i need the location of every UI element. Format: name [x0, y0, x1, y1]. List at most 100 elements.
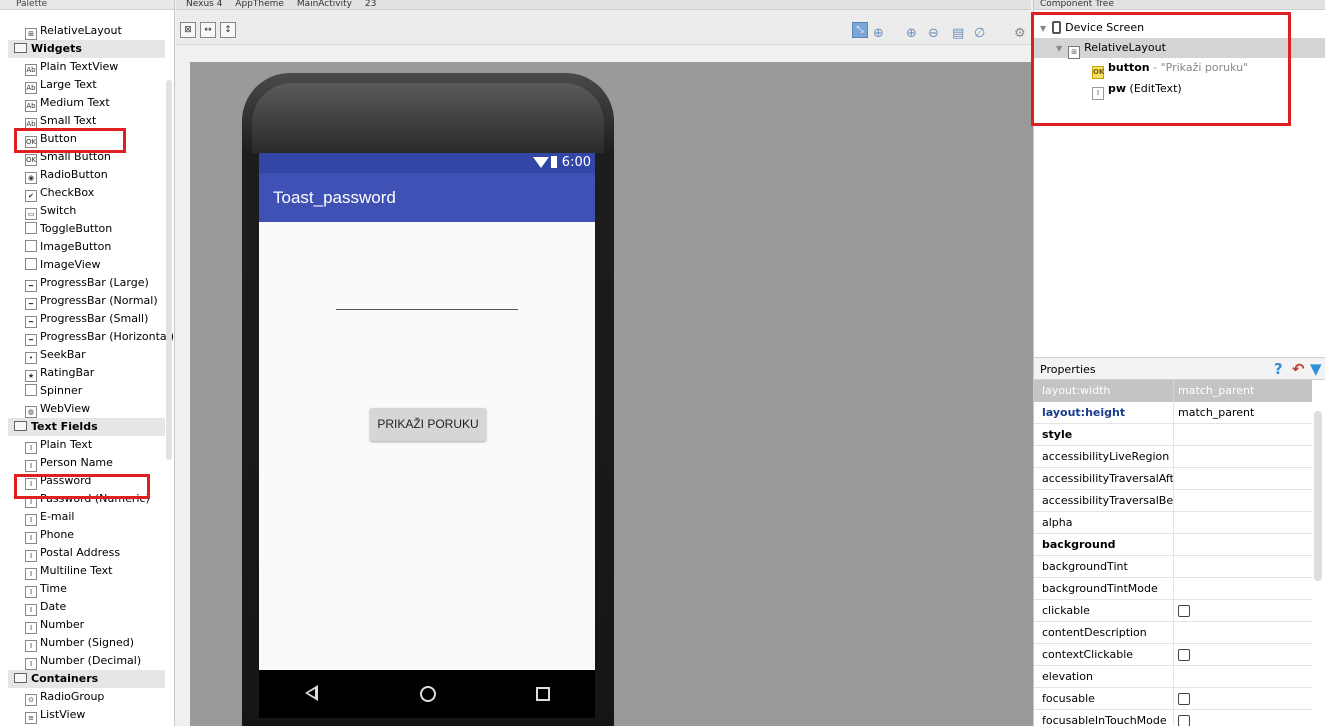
home-icon[interactable] [420, 686, 436, 702]
property-row[interactable]: elevation [1034, 666, 1312, 688]
palette-category[interactable]: Text Fields [8, 418, 165, 436]
palette-item[interactable]: ━ ProgressBar (Normal) [25, 292, 158, 310]
palette-item[interactable]: • SeekBar [25, 346, 86, 364]
zoom-out-icon[interactable]: ⊖ [928, 26, 939, 42]
palette-item[interactable]: I Number [25, 616, 84, 634]
property-value[interactable] [1173, 666, 1312, 688]
palette-category[interactable]: Containers [8, 670, 165, 688]
property-value[interactable] [1173, 600, 1312, 622]
property-value[interactable] [1173, 622, 1312, 644]
palette-item[interactable]: ⊞ RelativeLayout [25, 22, 122, 40]
property-row[interactable]: backgroundTint [1034, 556, 1312, 578]
property-checkbox[interactable] [1178, 715, 1190, 726]
palette-item[interactable]: ★ RatingBar [25, 364, 94, 382]
property-value[interactable] [1173, 556, 1312, 578]
theme-selector[interactable]: AppTheme [235, 0, 284, 9]
property-value[interactable] [1173, 688, 1312, 710]
palette-item-label: Spinner [40, 384, 83, 397]
property-row[interactable]: contentDescription [1034, 622, 1312, 644]
switch-icon: ▭ [25, 208, 37, 220]
property-checkbox[interactable] [1178, 649, 1190, 661]
property-checkbox[interactable] [1178, 605, 1190, 617]
property-row[interactable]: focusableInTouchMode [1034, 710, 1312, 726]
property-value[interactable] [1173, 710, 1312, 726]
palette-item[interactable]: ≡ ListView [25, 706, 85, 724]
property-row[interactable]: background [1034, 534, 1312, 556]
property-row[interactable]: accessibilityTraversalAfter [1034, 468, 1312, 490]
help-icon[interactable]: ? [1274, 360, 1283, 378]
property-value[interactable] [1173, 534, 1312, 556]
property-row[interactable]: focusable [1034, 688, 1312, 710]
android-studio-window: Palette ⊞ RelativeLayout Widgets Ab Plain Te… [0, 0, 1325, 726]
zoom-in-icon[interactable]: ⊕ [906, 26, 917, 42]
zoom-actual-icon[interactable]: ⊕ [873, 26, 884, 42]
palette-item[interactable]: I Number (Signed) [25, 634, 134, 652]
property-row[interactable]: backgroundTintMode [1034, 578, 1312, 600]
screen-mode-icon[interactable]: ⤡ [852, 22, 868, 38]
palette-item[interactable]: ━ ProgressBar (Horizontal) [25, 328, 174, 346]
fill-width-icon[interactable]: ↔ [200, 22, 216, 38]
property-row[interactable]: style [1034, 424, 1312, 446]
palette-item[interactable]: ImageView [25, 256, 101, 274]
palette-item[interactable]: I Plain Text [25, 436, 92, 454]
device-selector[interactable]: Nexus 4 [186, 0, 222, 9]
activity-selector[interactable]: MainActivity [297, 0, 352, 9]
property-row[interactable]: clickable [1034, 600, 1312, 622]
palette-scrollbar[interactable] [166, 80, 172, 460]
filter-icon[interactable]: ▼ [1310, 360, 1322, 378]
palette-item[interactable]: I Number (Decimal) [25, 652, 141, 670]
palette-item-label: Number [40, 618, 85, 631]
palette-item[interactable]: ⊙ RadioGroup [25, 688, 104, 706]
palette-item[interactable]: I Time [25, 580, 67, 598]
property-row[interactable]: contextClickable [1034, 644, 1312, 666]
phone-screen[interactable]: 6:00 Toast_password PRIKAŽI PORUKU [259, 153, 595, 718]
property-checkbox[interactable] [1178, 693, 1190, 705]
palette-item[interactable]: I E-mail [25, 508, 75, 526]
palette-item[interactable]: Ab Medium Text [25, 94, 110, 112]
property-value[interactable] [1173, 424, 1312, 446]
palette-category[interactable]: Widgets [8, 40, 165, 58]
palette-item[interactable]: ✔ CheckBox [25, 184, 94, 202]
palette-item[interactable]: I Multiline Text [25, 562, 112, 580]
undo-icon[interactable]: ↶ [1292, 360, 1305, 378]
palette-item[interactable]: I Person Name [25, 454, 113, 472]
property-value[interactable]: match_parent [1173, 380, 1312, 402]
property-value[interactable] [1173, 490, 1312, 512]
palette-item[interactable]: ◉ RadioButton [25, 166, 108, 184]
palette-item[interactable]: ToggleButton [25, 220, 112, 238]
property-value[interactable] [1173, 446, 1312, 468]
palette-item[interactable]: ◍ WebView [25, 400, 90, 418]
property-value[interactable]: match_parent [1173, 402, 1312, 424]
property-row[interactable]: layout:height match_parent [1034, 402, 1312, 424]
settings-gear-icon[interactable]: ⚙ [1014, 26, 1026, 42]
prikazi-poruku-button[interactable]: PRIKAŽI PORUKU [370, 408, 486, 441]
property-value[interactable] [1173, 468, 1312, 490]
palette-item[interactable]: ImageButton [25, 238, 111, 256]
palette-item[interactable]: I Date [25, 598, 66, 616]
property-value[interactable] [1173, 512, 1312, 534]
recents-icon[interactable] [536, 687, 550, 701]
property-row[interactable]: accessibilityTraversalBefore [1034, 490, 1312, 512]
palette-item[interactable]: Spinner [25, 382, 82, 400]
palette-item[interactable]: I Phone [25, 526, 74, 544]
api-selector[interactable]: 23 [365, 0, 376, 9]
refresh-icon[interactable]: ∅ [974, 26, 985, 42]
palette-item[interactable]: ▭ Switch [25, 202, 76, 220]
screenshot-icon[interactable]: ▤ [952, 26, 964, 42]
property-row[interactable]: alpha [1034, 512, 1312, 534]
properties-scrollbar[interactable] [1314, 411, 1322, 581]
property-value[interactable] [1173, 644, 1312, 666]
palette-item[interactable]: ━ ProgressBar (Small) [25, 310, 148, 328]
fill-height-icon[interactable]: ↕ [220, 22, 236, 38]
zoom-fit-icon[interactable]: ⊠ [180, 22, 196, 38]
password-edittext[interactable] [336, 309, 518, 310]
palette-item[interactable]: Ab Plain TextView [25, 58, 118, 76]
property-value[interactable] [1173, 578, 1312, 600]
palette-item[interactable]: Ab Large Text [25, 76, 97, 94]
palette-item[interactable]: ━ ProgressBar (Large) [25, 274, 149, 292]
property-row[interactable]: accessibilityLiveRegion [1034, 446, 1312, 468]
palette-item-label: RadioButton [40, 168, 108, 181]
designer-toolbar: Nexus 4 AppTheme MainActivity 23 ⊠ ↔ ↕ ⤡… [176, 0, 1031, 45]
palette-item[interactable]: I Postal Address [25, 544, 120, 562]
property-row[interactable]: layout:width match_parent [1034, 380, 1312, 402]
